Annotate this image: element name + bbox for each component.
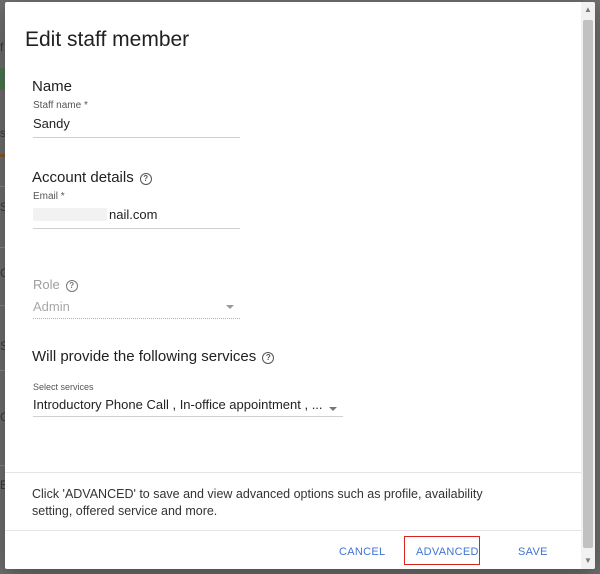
content-divider <box>5 472 581 473</box>
background-text-fragment: f <box>0 40 4 54</box>
staff-name-field[interactable]: Staff name * Sandy <box>33 100 240 138</box>
name-section-heading: Name <box>32 78 73 95</box>
email-underline <box>33 228 240 229</box>
services-underline <box>33 416 343 417</box>
save-button[interactable]: SAVE <box>518 546 548 558</box>
account-details-label: Account details <box>32 169 134 186</box>
email-field[interactable]: Email * nail.com <box>33 191 240 229</box>
advanced-info-text: Click 'ADVANCED' to save and view advanc… <box>32 487 483 518</box>
role-label: Role <box>33 277 60 292</box>
email-label: Email * <box>33 191 65 202</box>
role-select: Role? Admin <box>33 277 240 320</box>
help-circle-icon[interactable]: ? <box>139 173 152 185</box>
role-label-row: Role? <box>33 277 240 292</box>
actions-divider <box>5 530 581 531</box>
services-chevron-down-icon[interactable] <box>329 407 337 411</box>
services-help-icon[interactable]: ? <box>262 352 275 364</box>
services-select[interactable]: Select services Introductory Phone Call … <box>33 382 343 417</box>
account-details-heading: Account details? <box>32 169 152 186</box>
scroll-up-icon[interactable]: ▲ <box>584 6 592 14</box>
role-chevron-down-icon <box>226 305 234 309</box>
role-value: Admin <box>33 299 70 314</box>
role-help-icon[interactable]: ? <box>65 280 78 292</box>
services-select-value[interactable]: Introductory Phone Call , In-office appo… <box>33 397 343 412</box>
dialog-title: Edit staff member <box>25 28 190 51</box>
staff-name-input[interactable]: Sandy <box>33 116 240 131</box>
staff-name-underline <box>33 137 240 138</box>
email-input[interactable]: nail.com <box>33 207 240 222</box>
edit-staff-dialog: ▲ ▼ Edit staff member Name Staff name * … <box>5 2 595 569</box>
scrollbar-thumb[interactable] <box>583 20 593 548</box>
services-heading-label: Will provide the following services <box>32 348 257 365</box>
email-value: nail.com <box>109 207 158 222</box>
services-select-label: Select services <box>33 382 94 392</box>
scroll-down-icon[interactable]: ▼ <box>584 557 592 565</box>
dialog-scrollbar[interactable]: ▲ ▼ <box>581 2 595 569</box>
role-underline <box>33 318 240 320</box>
cancel-button[interactable]: CANCEL <box>339 546 385 558</box>
email-redaction <box>33 208 107 221</box>
advanced-button[interactable]: ADVANCED <box>416 546 479 558</box>
staff-name-label: Staff name * <box>33 100 88 111</box>
services-heading: Will provide the following services? <box>32 348 275 365</box>
